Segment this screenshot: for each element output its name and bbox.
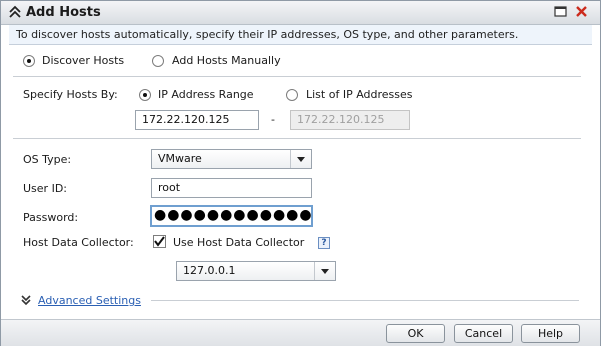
chevron-down-icon[interactable] (314, 262, 335, 280)
specify-hosts-label: Specify Hosts By: (23, 88, 118, 101)
ok-button[interactable]: OK (386, 324, 445, 343)
info-bar: To discover hosts automatically, specify… (9, 25, 592, 45)
ip-range-start-input[interactable]: 172.22.120.125 (135, 110, 259, 130)
add-hosts-manually-label[interactable]: Add Hosts Manually (172, 54, 281, 67)
user-id-label: User ID: (23, 182, 67, 195)
restore-window-icon[interactable] (553, 4, 568, 19)
host-data-collector-label: Host Data Collector: (23, 236, 134, 249)
ip-list-label[interactable]: List of IP Addresses (306, 88, 413, 101)
title-bar: Add Hosts (1, 1, 600, 25)
chevron-down-icon[interactable] (290, 150, 311, 168)
os-type-label: OS Type: (23, 153, 72, 166)
collector-address-select[interactable]: 127.0.0.1 (176, 261, 336, 281)
collector-address-value: 127.0.0.1 (183, 264, 236, 277)
ip-list-radio[interactable] (286, 89, 298, 101)
password-dots: ●●●●●●●●●●●● (154, 207, 313, 223)
divider (13, 138, 581, 139)
divider (13, 76, 581, 77)
button-bar: OK Cancel Help (1, 319, 600, 346)
ip-range-radio[interactable] (139, 89, 151, 101)
password-label: Password: (23, 211, 79, 224)
cancel-button[interactable]: Cancel (454, 324, 513, 343)
close-icon[interactable] (574, 4, 589, 19)
help-icon[interactable]: ? (318, 237, 330, 249)
double-chevron-up-icon[interactable] (8, 5, 22, 19)
user-id-input[interactable]: root (151, 178, 312, 198)
password-input[interactable]: ●●●●●●●●●●●● (150, 205, 313, 227)
use-collector-checkbox[interactable] (153, 235, 166, 248)
advanced-settings-link[interactable]: Advanced Settings (38, 294, 141, 307)
os-type-value: VMware (158, 152, 202, 165)
os-type-select[interactable]: VMware (151, 149, 312, 169)
ip-range-end-input[interactable]: 172.22.120.125 (290, 110, 410, 130)
discover-hosts-label[interactable]: Discover Hosts (42, 54, 124, 67)
use-collector-label[interactable]: Use Host Data Collector (173, 236, 304, 249)
dialog-title: Add Hosts (26, 5, 101, 20)
help-button[interactable]: Help (521, 324, 580, 343)
add-hosts-dialog: Add Hosts To discover hosts automaticall… (0, 0, 601, 346)
info-text: To discover hosts automatically, specify… (16, 28, 519, 41)
ip-range-label[interactable]: IP Address Range (158, 88, 254, 101)
divider (151, 300, 579, 301)
checkmark-icon (154, 236, 165, 247)
discover-hosts-radio[interactable] (23, 55, 35, 67)
double-chevron-down-icon[interactable] (20, 294, 32, 306)
add-hosts-manually-radio[interactable] (152, 55, 164, 67)
range-separator: - (271, 113, 275, 126)
